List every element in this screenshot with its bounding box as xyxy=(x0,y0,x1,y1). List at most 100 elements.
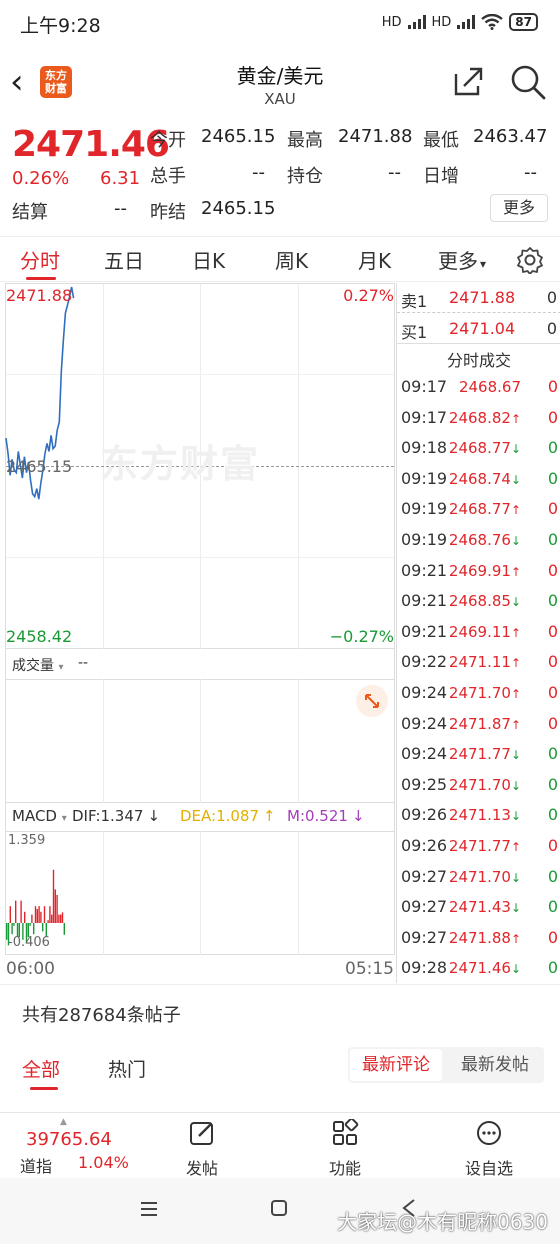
tick-row: 09:21 2468.85↓ 0 xyxy=(397,585,560,616)
macd-bar xyxy=(38,906,40,923)
field-label: 最高 xyxy=(287,130,323,151)
home-icon[interactable] xyxy=(270,1199,288,1217)
tick-volume: 0 xyxy=(547,530,558,549)
status-icons: HD HD 87 xyxy=(382,13,538,31)
post-button[interactable]: 发帖 xyxy=(172,1119,232,1179)
functions-button[interactable]: 功能 xyxy=(315,1117,375,1179)
forum-watermark: 大家坛@木有昵称0630 xyxy=(337,1210,548,1234)
macd-bar xyxy=(51,914,53,923)
tick-row: 09:24 2471.77↓ 0 xyxy=(397,738,560,769)
tick-price: 2468.74↓ xyxy=(448,469,521,488)
volume-selector[interactable]: 成交量 ▾ xyxy=(12,655,63,675)
orderbook-price: 2471.04 xyxy=(449,319,516,338)
down-arrow-icon: ↓ xyxy=(510,901,521,916)
add-watchlist-button[interactable]: 设自选 xyxy=(458,1119,520,1179)
time-start-label: 06:00 xyxy=(6,959,55,979)
field-value: 2471.88 xyxy=(338,126,413,147)
macd-bar xyxy=(47,920,49,923)
macd-bar xyxy=(43,906,46,923)
orderbook-side: 买1 xyxy=(401,323,428,342)
tab-all-posts[interactable]: 全部 xyxy=(22,1055,60,1082)
tick-time: 09:27 xyxy=(401,866,448,886)
tick-volume: 0 xyxy=(547,897,558,917)
intraday-chart[interactable]: 东方财富 2471.88 0.27% 2465.15 2458.42 −0.27… xyxy=(0,283,396,983)
tab-daily-k[interactable]: 日K xyxy=(192,245,225,274)
chart-high-pct: 0.27% xyxy=(343,286,394,305)
down-arrow-icon: ↓ xyxy=(510,534,521,548)
macd-bar xyxy=(56,895,58,923)
tick-volume: 0 xyxy=(547,468,558,488)
down-arrow-icon: ↓ xyxy=(147,807,161,825)
macd-bar xyxy=(29,923,31,926)
tick-time: 09:18 xyxy=(401,438,448,458)
macd-selector[interactable]: MACD ▾ xyxy=(12,807,67,825)
tab-more[interactable]: 更多 ▾ xyxy=(438,245,486,274)
index-change: 1.04% xyxy=(78,1153,129,1172)
up-arrow-icon: ↑ xyxy=(510,564,521,579)
chevron-down-icon: ▾ xyxy=(480,257,487,271)
gear-icon[interactable] xyxy=(516,246,544,274)
down-arrow-icon: ↓ xyxy=(510,595,521,610)
tab-weekly-k[interactable]: 周K xyxy=(275,245,308,274)
post-count: 共有287684条帖子 xyxy=(22,1005,181,1026)
macd-bar xyxy=(33,923,35,935)
down-arrow-icon: ↓ xyxy=(510,962,521,977)
tick-price: 2468.85↓ xyxy=(448,592,521,611)
battery-icon: 87 xyxy=(509,13,538,31)
macd-bar xyxy=(54,889,56,923)
tick-row: 09:27 2471.43↓ 0 xyxy=(397,891,560,922)
expand-icon[interactable] xyxy=(356,685,388,717)
tick-price: 2471.11↑ xyxy=(448,653,521,672)
macd-dea: DEA:1.087 ↑ xyxy=(180,807,276,825)
field-label: 日增 xyxy=(423,166,459,187)
field-value: 2465.15 xyxy=(201,198,276,219)
tick-volume: 0 xyxy=(547,958,558,978)
up-arrow-icon: ↑ xyxy=(510,503,521,518)
index-ticker[interactable]: ▲ 39765.64 道指 1.04% xyxy=(20,1117,140,1176)
field-label: 总手 xyxy=(150,166,186,187)
chevron-down-icon: ▾ xyxy=(61,813,67,824)
field-label: 最低 xyxy=(423,130,459,151)
tick-price: 2469.91↑ xyxy=(448,561,521,580)
sort-toggle: 最新评论 最新发帖 xyxy=(348,1047,544,1083)
tab-five-day[interactable]: 五日 xyxy=(104,245,144,274)
volume-value: -- xyxy=(78,655,89,671)
tick-volume: 0 xyxy=(547,683,558,702)
tick-row: 09:26 2471.13↓ 0 xyxy=(397,799,560,830)
tick-row: 09:17 2468.82↑ 0 xyxy=(397,402,560,433)
tick-row: 09:18 2468.77↓ 0 xyxy=(397,432,560,463)
quote-panel: 2471.46 0.26% 6.31 结算 -- 今开 2465.15 最高 2… xyxy=(0,118,560,230)
add-watchlist-label: 设自选 xyxy=(464,1159,513,1178)
signal-label-2: HD xyxy=(431,14,452,30)
tick-volume: 0 xyxy=(547,652,558,672)
header: ‹ 东方财富 黄金/美元 XAU xyxy=(0,48,560,116)
macd-high-label: 1.359 xyxy=(8,833,46,848)
sort-latest-post[interactable]: 最新发帖 xyxy=(448,1049,542,1081)
tick-volume: 0 xyxy=(547,560,558,580)
field-label: 昨结 xyxy=(150,202,186,223)
tab-hot-posts[interactable]: 热门 xyxy=(108,1055,146,1082)
tick-price: 2471.70↑ xyxy=(448,684,521,702)
sort-latest-comment[interactable]: 最新评论 xyxy=(350,1049,442,1081)
tick-time: 09:21 xyxy=(401,621,448,641)
up-arrow-icon: ↑ xyxy=(510,625,521,640)
orderbook-row: 买1 2471.04 0 xyxy=(397,314,560,344)
macd-bar xyxy=(58,914,60,923)
tick-volume: 0 xyxy=(547,866,558,886)
menu-icon[interactable] xyxy=(140,1200,158,1218)
tick-time: 09:19 xyxy=(401,499,448,519)
more-button[interactable]: 更多 xyxy=(490,194,548,222)
tick-time: 09:26 xyxy=(401,836,448,855)
search-icon[interactable] xyxy=(508,62,548,102)
tick-row: 09:21 2469.91↑ 0 xyxy=(397,555,560,586)
volume-header: 成交量 ▾ -- xyxy=(5,649,395,679)
tab-more-label: 更多 xyxy=(438,249,478,273)
tick-price: 2471.77↓ xyxy=(448,745,521,764)
tab-intraday[interactable]: 分时 xyxy=(20,245,60,274)
share-icon[interactable] xyxy=(450,64,486,100)
tick-volume: 0 xyxy=(547,621,558,641)
tab-monthly-k[interactable]: 月K xyxy=(358,245,391,274)
down-arrow-icon: ↓ xyxy=(510,870,521,885)
signal-icon xyxy=(407,15,426,29)
tick-time: 09:28 xyxy=(401,958,448,978)
